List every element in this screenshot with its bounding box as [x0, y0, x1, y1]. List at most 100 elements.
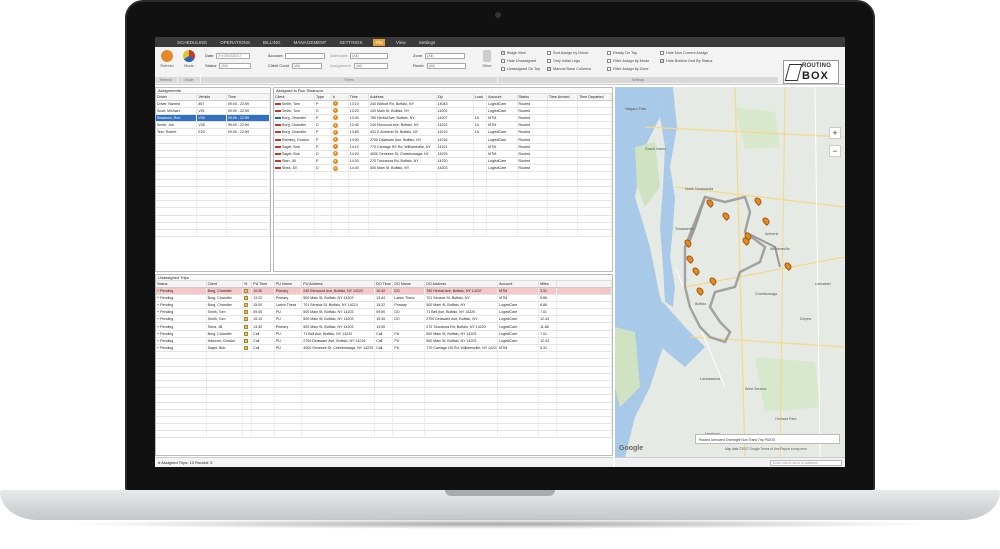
- mode-button[interactable]: Mode: [179, 50, 199, 72]
- add-trip-icon[interactable]: +: [157, 346, 159, 350]
- attendant-select[interactable]: (All): [350, 53, 389, 59]
- add-trip-icon[interactable]: +: [157, 310, 159, 314]
- add-trip-icon[interactable]: +: [157, 317, 159, 321]
- table-cell: 3: [331, 114, 349, 123]
- table-cell: 12.43: [538, 315, 558, 324]
- assigned-trip-row[interactable]: Borg, Chandler D 4 13:40 240 Elmwood Ave, Bu…: [274, 121, 612, 130]
- menu-item-billing[interactable]: BILLING: [261, 39, 283, 46]
- table-cell: [251, 402, 275, 410]
- assigned-trip-row[interactable]: Starr, Jill P 9 14:30 270 Tuscarora Rd, Buff…: [274, 157, 612, 166]
- checkbox-box[interactable]: [547, 51, 551, 55]
- checkbox-box[interactable]: [547, 59, 551, 63]
- table-cell: [473, 222, 488, 230]
- note-icon[interactable]: [244, 295, 249, 300]
- checkbox-box[interactable]: ✓: [660, 59, 664, 63]
- menu-item-file[interactable]: File: [373, 38, 385, 46]
- add-trip-icon[interactable]: +: [157, 325, 159, 329]
- table-cell: [486, 179, 518, 187]
- assigned-trip-row[interactable]: Smith, Tom D 2 13:20 100 Main St, Buffalo, N…: [274, 107, 612, 115]
- checkbox-filter-assign-by-mode[interactable]: Filter Assign by Mode: [607, 59, 649, 63]
- assignment-row[interactable]: Test, Robert E20 09:00 - 22:59: [156, 128, 270, 137]
- table-cell: [392, 351, 426, 360]
- assigned-trip-row[interactable]: Smith, Tom P 1 13:10 240 Elbbott Rd, Buffalo…: [274, 100, 612, 108]
- checkbox-unassigned-on-top[interactable]: Unassigned On Top: [501, 67, 540, 71]
- note-icon[interactable]: [244, 288, 249, 293]
- checkbox-box[interactable]: [660, 51, 664, 55]
- cell-text: 14043: [437, 101, 448, 106]
- menu-item-operations[interactable]: OPERATIONS: [218, 39, 252, 46]
- zoom-out-button[interactable]: −: [829, 145, 841, 157]
- note-icon[interactable]: [244, 338, 249, 343]
- checkbox-only-initial-legs[interactable]: Only Initial Legs: [547, 59, 580, 63]
- note-icon[interactable]: [244, 346, 249, 351]
- note-icon[interactable]: [244, 331, 249, 336]
- note-icon[interactable]: [244, 302, 249, 307]
- refresh-button[interactable]: Refresh: [157, 50, 177, 72]
- zoom-in-button[interactable]: +: [829, 127, 841, 139]
- add-trip-icon[interactable]: +: [157, 289, 159, 293]
- map-search-input[interactable]: Enter client name or address: [770, 460, 842, 466]
- checkbox-box[interactable]: [501, 59, 505, 63]
- add-trip-icon[interactable]: +: [157, 296, 159, 300]
- note-icon[interactable]: [244, 317, 249, 322]
- unassigned-trip-row[interactable]: +Pending Borg, Chandler Call PU 71 Bell Ave,…: [156, 330, 612, 338]
- menu-item-scheduling[interactable]: SCHEDULING: [175, 39, 209, 46]
- route-select[interactable]: (All): [426, 63, 466, 69]
- checkbox-box[interactable]: [607, 51, 611, 55]
- assigned-trip-row[interactable]: Saget, Bob P 7 14:10 770 Carriage HS Rd, Wil…: [274, 143, 612, 151]
- checkbox-box[interactable]: [607, 67, 611, 71]
- assignment-row[interactable]: Scott, Michael V01 09:00 - 22:59: [156, 107, 270, 115]
- checkbox-box[interactable]: [501, 67, 505, 71]
- assigned-trip-row[interactable]: Ramsey, Gordon P 6 14:00 2700 Delaware Ave, …: [274, 135, 612, 144]
- checkbox-hide-unassigned[interactable]: Hide Unassigned: [501, 59, 536, 63]
- checkbox-hide-bottom-grid-by-status[interactable]: ✓ Hide Bottom Grid By Status: [660, 59, 712, 63]
- zone-select[interactable]: (All): [425, 53, 466, 59]
- note-icon[interactable]: [244, 324, 249, 329]
- add-trip-icon[interactable]: +: [157, 332, 159, 336]
- map-place-label: West Seneca: [745, 387, 767, 391]
- checkbox-sort-assign-by-driver[interactable]: Sort Assign by Driver: [547, 51, 588, 55]
- table-cell: [156, 143, 198, 151]
- assigned-trip-row[interactable]: Borg, Chandler P 5 13:50 431 E Amherst St, B…: [274, 128, 612, 137]
- checkbox-hide-non-current-assign[interactable]: Hide Non Current Assign: [660, 51, 708, 55]
- assignment-select[interactable]: (All): [353, 63, 388, 69]
- assigned-trip-row[interactable]: Saget, Bob D 8 14:20 4000 Genesee St, Cheekt…: [274, 150, 612, 159]
- assignment-row[interactable]: Swanson, Ron V30 09:00 - 22:59: [156, 114, 270, 123]
- menu-item-settings[interactable]: SETTINGS: [337, 39, 364, 46]
- assignment-row[interactable]: Driver, Named 857 09:00 - 22:59: [156, 100, 270, 108]
- unassigned-trip-row[interactable]: +Pending Saget, Bob Call PU 4000 Genesee St,…: [156, 344, 612, 353]
- add-trip-icon[interactable]: +: [157, 339, 159, 343]
- unassigned-trip-row[interactable]: +Pending Smith, Tom 15:10 PU 500 Main St, Bu…: [156, 315, 612, 324]
- menu-item-view[interactable]: View: [394, 39, 408, 46]
- assignment-row[interactable]: Smith, Joe V35 09:00 - 22:59: [156, 121, 270, 130]
- unassigned-trip-row[interactable]: +Pending Borg, Chandler 13:22 Primary 500 Ma…: [156, 294, 612, 302]
- account-select[interactable]: [285, 53, 326, 59]
- note-icon[interactable]: [244, 310, 249, 315]
- unassigned-trip-row[interactable]: +Pending Hanover, Gordon Call PU 2700 Delawa…: [156, 337, 612, 346]
- checkbox-manual-base-columns[interactable]: ✓ Manual Base Columns: [547, 67, 591, 71]
- client-cond-select[interactable]: (All): [291, 63, 322, 69]
- table-cell: [556, 430, 612, 439]
- status-select[interactable]: (All): [219, 63, 252, 69]
- table-cell: P: [314, 157, 332, 166]
- checkbox-box[interactable]: ✓: [547, 67, 551, 71]
- checkbox-box[interactable]: [607, 59, 611, 63]
- assigned-trip-row[interactable]: Shea, Jill D 10 14:40 500 Main St, Buffalo, …: [274, 164, 612, 173]
- checkbox-ready-on-top[interactable]: Ready On Top: [607, 51, 637, 55]
- menu-item-management[interactable]: MANAGEMENT: [292, 39, 329, 46]
- unassigned-trip-row[interactable]: +Pending Borg, Chandler 10:30 Primary 240 El…: [156, 287, 612, 295]
- checkbox-filter-assign-by-zone[interactable]: Filter Assign by Zone: [607, 67, 648, 71]
- assigned-trip-row[interactable]: Borg, Chandler P 3 13:30 780 Herbal Ave, Buf…: [274, 114, 612, 123]
- other-button[interactable]: Other: [477, 50, 497, 72]
- route-map[interactable]: Tonawanda North Tonawanda Amherst Williamsv…: [615, 87, 845, 457]
- cell-text: 14220: [437, 159, 448, 164]
- menu-item-settings[interactable]: Settings: [417, 39, 438, 46]
- add-trip-icon[interactable]: +: [157, 303, 159, 307]
- map-attribution[interactable]: Map data ©2017 Google Terms of Use Repor…: [725, 447, 807, 451]
- checkbox-bidge-view[interactable]: ✓ Bidge View: [501, 51, 526, 55]
- checkbox-box[interactable]: ✓: [501, 51, 505, 55]
- unassigned-trip-row[interactable]: +Pending Shea, Jill 13:30 Primary 500 Main S…: [156, 322, 612, 331]
- unassigned-trip-row[interactable]: +Pending Smith, Tom 09:30 PU 500 Main St, Bu…: [156, 308, 612, 317]
- unassigned-trip-row[interactable]: +Pending Borg, Chandler 15:00 Larkin Thera 7…: [156, 301, 612, 310]
- date-input[interactable]: Fri 09/15/2017: [216, 53, 251, 59]
